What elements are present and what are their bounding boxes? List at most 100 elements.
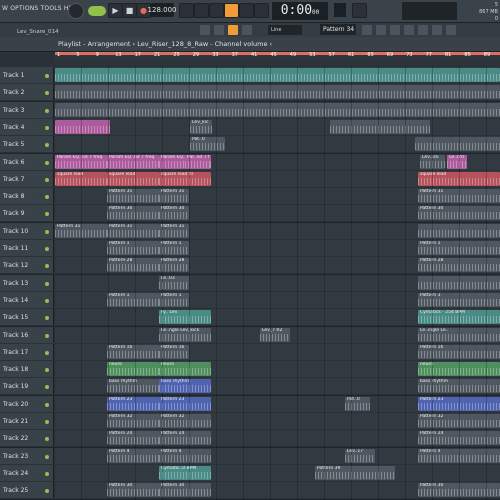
track-lane[interactable]: Le..03 bbox=[55, 274, 500, 291]
clip[interactable]: Pat..0 bbox=[345, 396, 370, 411]
clip[interactable]: neuro bbox=[418, 362, 500, 377]
clip[interactable] bbox=[55, 68, 500, 82]
clip[interactable] bbox=[418, 275, 500, 290]
pattern-select[interactable]: Pattern 34 bbox=[320, 24, 356, 35]
clip[interactable]: Param EQ..nd 7 freq bbox=[107, 154, 159, 169]
clip[interactable]: Pattern 16 bbox=[159, 344, 189, 359]
snap-select[interactable]: Line bbox=[268, 25, 302, 35]
clip[interactable]: Pattern 30 bbox=[107, 206, 159, 221]
track-lane[interactable]: Pat..0 bbox=[55, 136, 500, 153]
track-enable-icon[interactable] bbox=[45, 247, 49, 251]
clip[interactable] bbox=[55, 85, 500, 100]
clip[interactable] bbox=[418, 223, 500, 238]
track-enable-icon[interactable] bbox=[45, 108, 49, 113]
clip[interactable]: Pattern 32 bbox=[418, 414, 500, 428]
track-header[interactable]: Track 13 bbox=[0, 274, 54, 291]
track-header[interactable]: Track 16 bbox=[0, 326, 54, 343]
track-lane[interactable] bbox=[55, 84, 500, 101]
track-lane[interactable]: Le..ngle Lev_kick Lev_7 R2 Le..ingle Le.. bbox=[55, 326, 500, 343]
clip[interactable]: Lev..17 bbox=[345, 448, 375, 463]
clip[interactable]: Pattern 39 bbox=[315, 465, 395, 480]
clip[interactable]: Pattern 4 bbox=[107, 448, 159, 463]
track-enable-icon[interactable] bbox=[45, 350, 49, 355]
track-enable-icon[interactable] bbox=[45, 212, 49, 217]
clip[interactable]: Cymatic..0 BPM bbox=[159, 465, 211, 480]
clip[interactable]: Pat..0 bbox=[190, 137, 225, 152]
track-enable-icon[interactable] bbox=[45, 316, 49, 321]
track-header[interactable]: Track 21 bbox=[0, 413, 54, 429]
track-lane[interactable]: Pattern 32 Pattern 32 Pattern 32 bbox=[55, 413, 500, 429]
clip[interactable]: Pattern 30 bbox=[418, 483, 500, 498]
overview-strip[interactable] bbox=[55, 60, 500, 66]
track-enable-icon[interactable] bbox=[45, 160, 49, 165]
track-header[interactable]: Track 6 bbox=[0, 153, 54, 170]
clip[interactable]: Pattern 28 bbox=[107, 258, 159, 273]
clip[interactable]: Param EQ..nd 7 freq bbox=[55, 154, 107, 169]
track-header[interactable]: Track 9 bbox=[0, 205, 54, 222]
loop-region[interactable] bbox=[55, 52, 500, 55]
clip[interactable]: Pattern 32 bbox=[107, 414, 159, 428]
tempo-display[interactable]: 128.000 bbox=[148, 3, 176, 17]
track-header[interactable]: Track 2 bbox=[0, 84, 54, 101]
track-enable-icon[interactable] bbox=[45, 333, 49, 338]
clip[interactable]: Le..ngle Lev_kick bbox=[159, 327, 211, 342]
track-header[interactable]: Track 5 bbox=[0, 136, 54, 153]
clip[interactable] bbox=[415, 137, 500, 152]
clip[interactable]: Pattern 30 bbox=[107, 483, 159, 498]
track-header[interactable]: Track 18 bbox=[0, 361, 54, 378]
track-lane[interactable] bbox=[55, 101, 500, 118]
clip[interactable]: Lev_7 R2 bbox=[260, 327, 290, 342]
clip[interactable]: bass rhythm bbox=[107, 379, 159, 394]
track-header[interactable]: Track 20 bbox=[0, 395, 54, 412]
clip[interactable] bbox=[55, 119, 110, 134]
clip[interactable]: Pattern 3 bbox=[418, 292, 500, 307]
track-lane[interactable]: bass rhythm bass rhythm bass rhythm bbox=[55, 378, 500, 395]
clip[interactable]: Pattern 31 bbox=[418, 189, 500, 204]
clip[interactable]: Pattern 30 bbox=[418, 206, 500, 221]
clip[interactable]: square lead bbox=[55, 171, 107, 186]
track-lane[interactable]: Pattern 28 Pattern 28 Pattern 28 bbox=[55, 257, 500, 274]
clip[interactable]: square lead bbox=[107, 171, 159, 186]
play-button[interactable]: ▶ bbox=[108, 3, 123, 18]
master-pitch-icon[interactable] bbox=[352, 3, 367, 18]
clip[interactable]: Pattern 31 bbox=[159, 223, 189, 238]
track-lane[interactable]: Pattern 30 Pattern 30 Pattern 30 bbox=[55, 482, 500, 499]
clip[interactable]: Pattern 31 bbox=[55, 223, 107, 238]
draw-icon[interactable] bbox=[214, 25, 224, 35]
clip[interactable]: Pattern 1 bbox=[107, 292, 159, 307]
clip[interactable]: Pattern 24 bbox=[107, 431, 159, 446]
track-header[interactable]: Track 24 bbox=[0, 464, 54, 481]
clip[interactable]: Pattern 30 bbox=[159, 483, 211, 498]
clip[interactable]: Le..rch bbox=[447, 154, 467, 169]
track-lane[interactable]: neuro neuro neuro bbox=[55, 361, 500, 378]
clip[interactable] bbox=[55, 102, 500, 117]
clip[interactable]: Le..ingle Le.. bbox=[418, 327, 500, 342]
track-enable-icon[interactable] bbox=[45, 385, 49, 390]
clip[interactable]: Pattern 31 bbox=[107, 189, 159, 204]
track-enable-icon[interactable] bbox=[45, 125, 49, 130]
clip[interactable]: Pattern 30 bbox=[159, 206, 189, 221]
track-enable-icon[interactable] bbox=[45, 91, 49, 96]
track-header[interactable]: Track 11 bbox=[0, 240, 54, 256]
loop-record-icon[interactable] bbox=[224, 3, 239, 18]
master-volume-knob[interactable] bbox=[68, 3, 84, 19]
plugin-icon[interactable] bbox=[432, 25, 442, 35]
clip[interactable]: Pattern 31 bbox=[159, 189, 189, 204]
metronome-icon[interactable] bbox=[179, 3, 194, 18]
clip[interactable]: Pattern 32 bbox=[159, 414, 211, 428]
track-lane[interactable] bbox=[55, 67, 500, 83]
track-lane[interactable]: Pattern 31 Pattern 31 Pattern 31 bbox=[55, 222, 500, 239]
track-header[interactable]: Track 12 bbox=[0, 257, 54, 274]
clip[interactable]: Pattern 31 bbox=[107, 223, 159, 238]
track-header[interactable]: Track 4 bbox=[0, 118, 54, 135]
clip[interactable]: square lead bbox=[418, 171, 500, 186]
track-enable-icon[interactable] bbox=[45, 471, 49, 476]
track-lane[interactable]: Pattern 24 Pattern 24 Pattern 24 bbox=[55, 430, 500, 447]
playlist-icon[interactable] bbox=[362, 25, 372, 35]
clip[interactable] bbox=[330, 119, 430, 134]
clip[interactable]: Pattern 23 bbox=[107, 396, 159, 411]
track-header[interactable]: Track 15 bbox=[0, 309, 54, 326]
clip[interactable]: Pattern 23 bbox=[159, 396, 211, 411]
clip[interactable]: Pattern 16 bbox=[107, 344, 159, 359]
track-header[interactable]: Track 7 bbox=[0, 170, 54, 187]
